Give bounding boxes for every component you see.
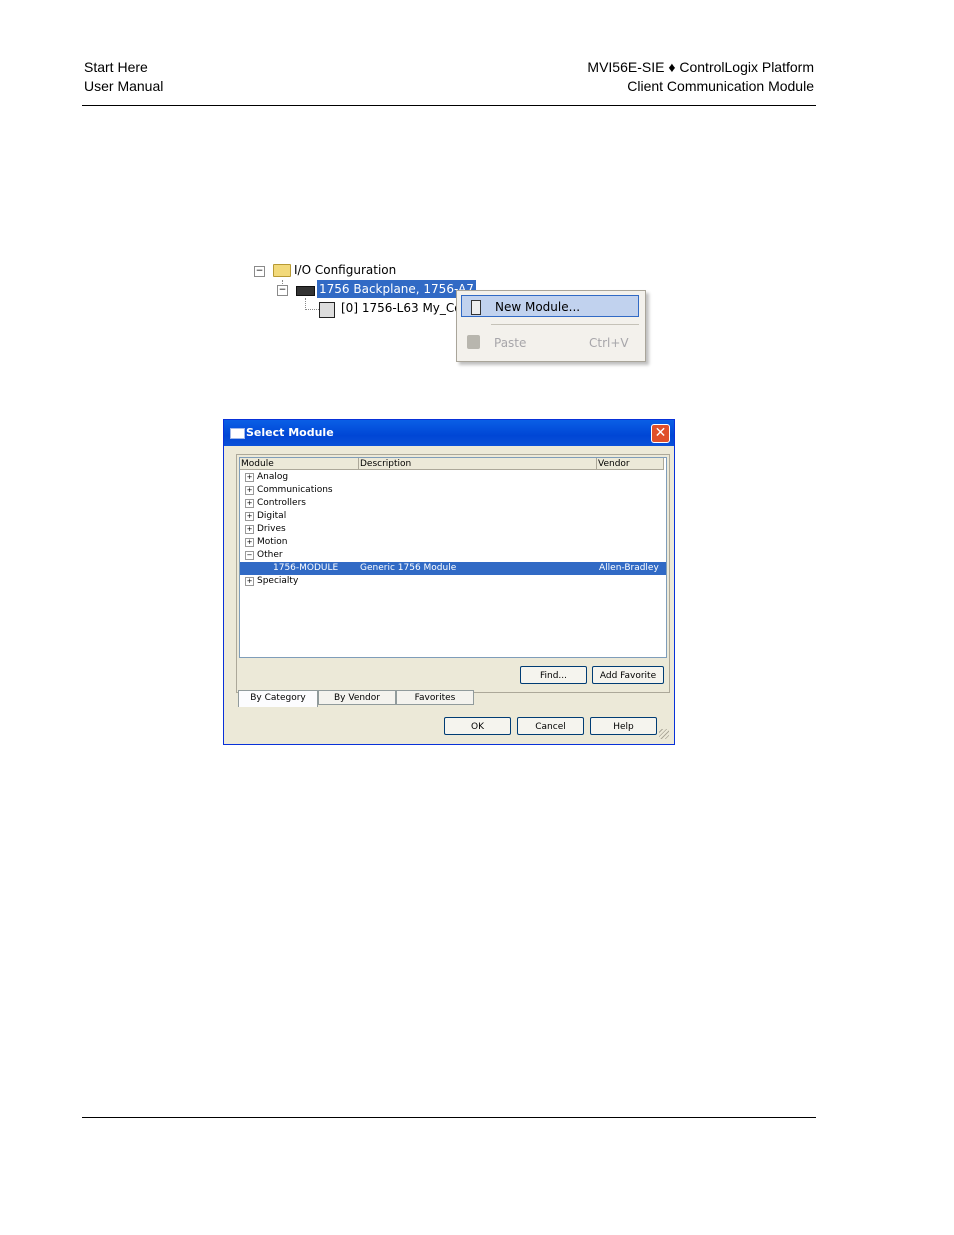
list-item[interactable]: + Drives xyxy=(240,523,666,536)
menu-item-label: Paste xyxy=(494,336,527,350)
folder-icon xyxy=(273,264,291,277)
tree-item-backplane[interactable]: 1756 Backplane, 1756-A7 xyxy=(317,280,476,298)
expand-icon[interactable]: + xyxy=(245,486,254,495)
tab-by-vendor[interactable]: By Vendor xyxy=(318,690,396,705)
tree-connector xyxy=(305,309,319,310)
category-label: Specialty xyxy=(257,576,299,586)
page-header-right: MVI56E-SIE ♦ ControlLogix Platform Clien… xyxy=(587,58,814,96)
header-rule xyxy=(82,105,816,106)
tree-item-io-configuration[interactable]: I/O Configuration xyxy=(294,261,396,279)
dialog-title: Select Module xyxy=(246,426,334,439)
dialog-body: Module Description Vendor + Analog + Commu… xyxy=(227,446,671,741)
find-button[interactable]: Find... xyxy=(520,666,587,684)
header-product-subtitle: Client Communication Module xyxy=(627,78,814,94)
footer-rule xyxy=(82,1117,816,1118)
context-menu: New Module... Paste Ctrl+V xyxy=(456,290,646,362)
module-cell: 1756-MODULE xyxy=(273,563,339,573)
description-cell: Generic 1756 Module xyxy=(360,563,457,573)
category-label: Analog xyxy=(257,472,289,482)
list-item[interactable]: − Other xyxy=(240,549,666,562)
header-product-title: MVI56E-SIE ♦ ControlLogix Platform xyxy=(587,59,814,75)
menu-separator xyxy=(491,324,639,325)
menu-item-new-module[interactable]: New Module... xyxy=(461,295,639,317)
list-item[interactable]: + Digital xyxy=(240,510,666,523)
expand-icon[interactable]: + xyxy=(245,473,254,482)
tab-by-category[interactable]: By Category xyxy=(238,690,318,707)
expand-icon[interactable]: + xyxy=(245,538,254,547)
dialog-title-bar[interactable]: Select Module ✕ xyxy=(224,420,674,446)
table-row[interactable]: 1756-MODULE Generic 1756 Module Allen-Br… xyxy=(240,562,666,575)
category-label: Digital xyxy=(257,511,287,521)
list-item[interactable]: + Analog xyxy=(240,471,666,484)
clipboard-icon xyxy=(467,335,480,349)
collapse-icon[interactable]: − xyxy=(245,551,254,560)
ok-button[interactable]: OK xyxy=(444,717,511,735)
collapse-icon[interactable]: − xyxy=(277,285,288,296)
header-doc-type: User Manual xyxy=(84,78,164,94)
cancel-button[interactable]: Cancel xyxy=(517,717,584,735)
list-item[interactable]: + Motion xyxy=(240,536,666,549)
column-header-description[interactable]: Description xyxy=(359,458,597,470)
list-item[interactable]: + Specialty xyxy=(240,575,666,588)
page-header-left: Start Here User Manual xyxy=(84,58,163,96)
help-button[interactable]: Help xyxy=(590,717,657,735)
category-label: Controllers xyxy=(257,498,306,508)
category-label: Communications xyxy=(257,485,333,495)
module-list-panel: Module Description Vendor + Analog + Commu… xyxy=(236,454,670,693)
module-icon xyxy=(471,300,481,315)
tree-item-controller[interactable]: [0] 1756-L63 My_Cor xyxy=(341,299,467,317)
resize-grip[interactable] xyxy=(659,729,669,739)
select-module-dialog: Select Module ✕ Module Description Vendo… xyxy=(223,419,675,745)
expand-icon[interactable]: + xyxy=(245,499,254,508)
column-header-module[interactable]: Module xyxy=(240,458,359,470)
backplane-icon xyxy=(296,286,315,296)
controller-icon xyxy=(319,302,335,318)
collapse-icon[interactable]: − xyxy=(254,266,265,277)
menu-item-paste[interactable]: Paste Ctrl+V xyxy=(461,332,639,354)
close-icon[interactable]: ✕ xyxy=(651,424,670,443)
menu-item-shortcut: Ctrl+V xyxy=(589,336,629,350)
vendor-cell: Allen-Bradley xyxy=(599,563,659,573)
expand-icon[interactable]: + xyxy=(245,577,254,586)
expand-icon[interactable]: + xyxy=(245,525,254,534)
add-favorite-button[interactable]: Add Favorite xyxy=(592,666,664,684)
module-list[interactable]: Module Description Vendor + Analog + Commu… xyxy=(239,457,667,658)
header-section-title: Start Here xyxy=(84,59,148,75)
category-label: Other xyxy=(257,550,283,560)
category-label: Motion xyxy=(257,537,288,547)
category-label: Drives xyxy=(257,524,286,534)
window-icon xyxy=(230,428,245,439)
expand-icon[interactable]: + xyxy=(245,512,254,521)
menu-item-label: New Module... xyxy=(495,300,581,314)
list-item[interactable]: + Controllers xyxy=(240,497,666,510)
list-item[interactable]: + Communications xyxy=(240,484,666,497)
column-header-vendor[interactable]: Vendor xyxy=(597,458,664,470)
tab-favorites[interactable]: Favorites xyxy=(396,690,474,705)
